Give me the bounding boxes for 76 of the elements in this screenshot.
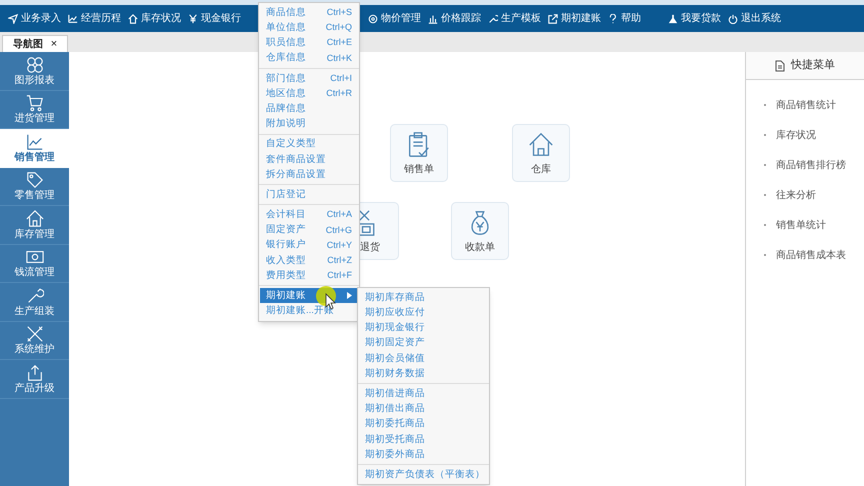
- menu-item[interactable]: 期初委托商品: [359, 416, 488, 432]
- nav-link[interactable]: 现金银行: [201, 11, 241, 26]
- quick-link[interactable]: 商品销售排行榜: [776, 158, 846, 172]
- cart-icon: [26, 94, 44, 112]
- menu-item[interactable]: 期初借出商品: [359, 401, 488, 416]
- menu-item[interactable]: 商品信息 Ctrl+S: [260, 5, 358, 20]
- nav-link[interactable]: 业务录入: [21, 11, 61, 26]
- nav-link[interactable]: 经营历程: [81, 11, 121, 26]
- menu-item[interactable]: 期初资产负债表（平衡表）: [359, 467, 488, 482]
- nav-link[interactable]: 帮助: [621, 11, 641, 26]
- menu-item[interactable]: 期初应收应付: [359, 305, 488, 320]
- nav-link[interactable]: 期初建账: [561, 11, 601, 26]
- chart-line-icon: [68, 14, 78, 24]
- external-link-icon: [548, 14, 558, 24]
- menu-item[interactable]: 部门信息 Ctrl+I: [260, 70, 358, 86]
- tab[interactable]: 导航图 ×: [2, 35, 68, 52]
- sidebar-item[interactable]: 销售管理: [0, 129, 69, 168]
- menu-item[interactable]: 期初借进商品: [359, 386, 488, 402]
- menu-item[interactable]: 套件商品设置: [260, 152, 358, 167]
- quick-link[interactable]: 商品销售统计: [776, 98, 836, 112]
- menu-item[interactable]: 职员信息 Ctrl+E: [260, 35, 358, 51]
- tools-icon: [26, 325, 44, 344]
- grid-icon: [26, 56, 44, 74]
- home-icon: [128, 14, 138, 24]
- tag-icon: [26, 171, 44, 190]
- upload-icon: [26, 364, 44, 382]
- menu-item[interactable]: 单位信息 Ctrl+Q: [260, 20, 358, 36]
- shortcut-tile[interactable]: 仓库: [512, 124, 570, 182]
- help-icon: [608, 14, 618, 24]
- nav-link[interactable]: 我要贷款: [681, 11, 721, 26]
- nav-link[interactable]: 物价管理: [381, 11, 421, 26]
- menu-item[interactable]: 附加说明: [260, 116, 358, 132]
- settings-icon: [368, 14, 378, 24]
- sidebar-item[interactable]: 系统维护: [0, 322, 69, 360]
- nav-link[interactable]: 生产模板: [501, 11, 541, 26]
- menu-item[interactable]: 拆分商品设置: [260, 166, 358, 182]
- menu-item[interactable]: 仓库信息 Ctrl+K: [260, 50, 358, 66]
- nav-link[interactable]: 退出系统: [741, 11, 781, 26]
- menu-item[interactable]: 品牌信息: [260, 101, 358, 116]
- bar-chart-icon: [428, 14, 438, 24]
- sidebar-item[interactable]: 库存管理: [0, 206, 69, 244]
- menu-item[interactable]: 地区信息 Ctrl+R: [260, 86, 358, 102]
- quick-link[interactable]: 商品销售成本表: [776, 248, 846, 262]
- sidebar-item[interactable]: 图形报表: [0, 52, 69, 90]
- quick-link[interactable]: 库存状况: [776, 128, 816, 142]
- menu-item[interactable]: 门店登记: [260, 187, 358, 202]
- nav-link[interactable]: 库存状况: [141, 11, 181, 26]
- chart-line-icon: [26, 133, 44, 152]
- menu-item[interactable]: 期初财务数据: [359, 366, 488, 382]
- yen-icon: [188, 14, 198, 24]
- submenu-arrow-icon: [347, 292, 352, 300]
- flask-icon: [668, 14, 678, 24]
- quick-link[interactable]: 往来分析: [776, 188, 816, 202]
- sidebar-item[interactable]: 产品升级: [0, 360, 69, 398]
- close-icon[interactable]: ×: [50, 36, 58, 52]
- menu-item[interactable]: 期初受托商品: [359, 432, 488, 447]
- sidebar-item[interactable]: 零售管理: [0, 168, 69, 206]
- menu-item[interactable]: 期初委外商品: [359, 446, 488, 462]
- panel-title: 快捷菜单: [791, 58, 835, 74]
- menu-item[interactable]: 期初现金银行: [359, 320, 488, 336]
- quick-link[interactable]: 销售单统计: [776, 218, 826, 232]
- shortcut-tile[interactable]: 收款单: [451, 202, 509, 260]
- menu-item[interactable]: 费用类型 Ctrl+F: [260, 268, 358, 284]
- nav-link[interactable]: 价格跟踪: [441, 11, 481, 26]
- send-icon: [8, 14, 18, 24]
- shortcut-tile[interactable]: 销售单: [390, 124, 448, 182]
- menu-item[interactable]: 期初固定资产: [359, 336, 488, 351]
- menu-item[interactable]: 自定义类型: [260, 136, 358, 152]
- home-icon: [26, 210, 44, 228]
- document-icon: [775, 60, 785, 72]
- power-icon: [728, 14, 738, 24]
- menu-item[interactable]: 期初会员储值: [359, 350, 488, 366]
- sidebar-item[interactable]: 钱流管理: [0, 244, 69, 283]
- menu-item[interactable]: 期初库存商品: [359, 290, 488, 306]
- house-icon: [527, 131, 555, 159]
- sidebar-item[interactable]: 生产组装: [0, 283, 69, 322]
